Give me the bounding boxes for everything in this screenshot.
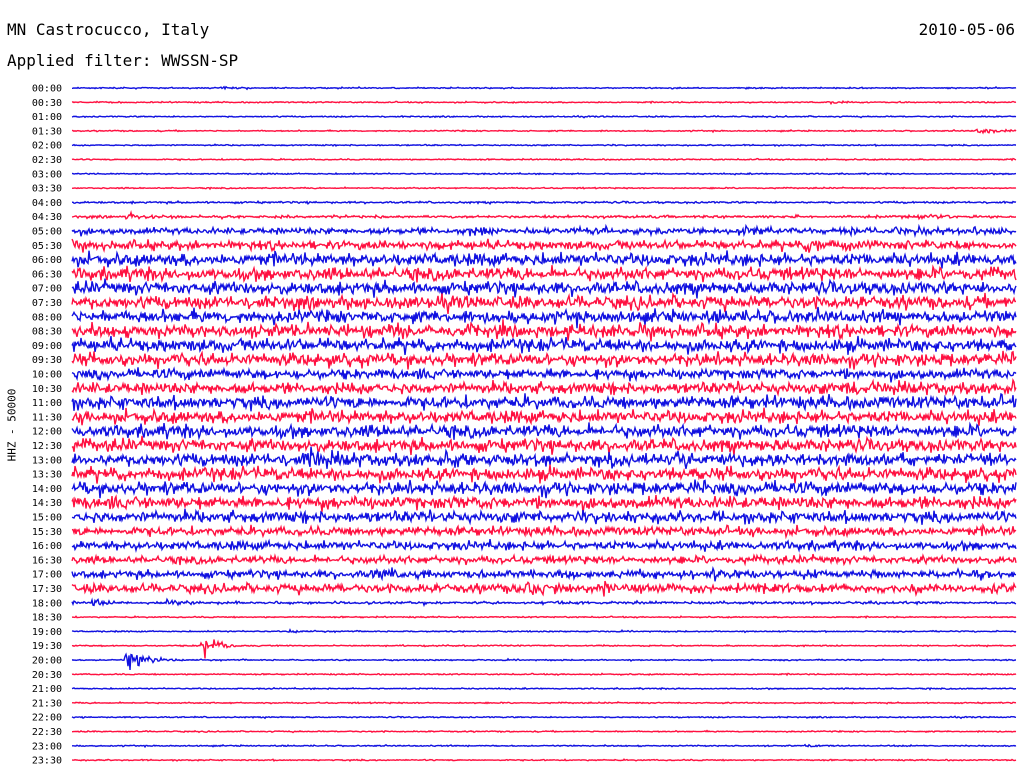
time-tick-label: 08:30 — [32, 327, 62, 338]
trace-1630 — [71, 553, 1017, 567]
time-tick-label: 21:30 — [32, 698, 62, 709]
seismogram-plot: 00:00 00:30 01:00 01:30 02:00 02:30 03:00 03:30… — [32, 84, 1017, 767]
time-tick-label: 12:00 — [32, 427, 62, 438]
trace-1030 — [71, 377, 1017, 397]
trace-1330 — [71, 464, 1017, 484]
trace-0730 — [71, 291, 1017, 314]
time-tick-label: 07:30 — [32, 298, 62, 309]
trace-1400 — [71, 479, 1017, 499]
trace-0400 — [71, 199, 1017, 206]
time-tick-label: 23:30 — [32, 756, 62, 767]
trace-0300 — [71, 171, 1017, 176]
time-tick-label: 03:30 — [32, 184, 62, 195]
time-tick-label: 17:00 — [32, 570, 62, 581]
trace-1200 — [71, 421, 1017, 441]
trace-1900 — [71, 628, 1017, 634]
time-tick-label: 12:30 — [32, 441, 62, 452]
time-tick-label: 07:00 — [32, 284, 62, 295]
trace-1430 — [71, 494, 1017, 514]
time-tick-label: 13:30 — [32, 470, 62, 481]
time-tick-label: 17:30 — [32, 584, 62, 595]
time-tick-label: 19:30 — [32, 641, 62, 652]
time-tick-label: 20:00 — [32, 656, 62, 667]
time-tick-label: 15:30 — [32, 527, 62, 538]
trace-1730 — [71, 580, 1017, 598]
time-tick-label: 06:30 — [32, 269, 62, 280]
trace-0330 — [71, 186, 1017, 191]
trace-1600 — [71, 538, 1017, 553]
trace-1530 — [71, 522, 1017, 540]
trace-0800 — [71, 306, 1017, 329]
time-tick-label: 21:00 — [32, 684, 62, 695]
trace-0900 — [71, 335, 1017, 355]
time-tick-label: 22:00 — [32, 713, 62, 724]
trace-0600 — [71, 250, 1017, 269]
trace-0230 — [71, 157, 1017, 162]
time-tick-label: 01:30 — [32, 126, 62, 137]
time-tick-label: 04:00 — [32, 198, 62, 209]
trace-0500 — [71, 223, 1017, 239]
time-tick-label: 03:00 — [32, 169, 62, 180]
time-tick-label: 23:00 — [32, 741, 62, 752]
time-tick-label: 09:30 — [32, 355, 62, 366]
time-tick-label: 10:30 — [32, 384, 62, 395]
trace-1230 — [71, 435, 1017, 456]
trace-2130 — [71, 700, 1017, 705]
trace-2300 — [72, 743, 1017, 749]
trace-0100 — [71, 114, 1017, 119]
time-tick-label: 00:00 — [32, 84, 62, 95]
time-tick-label: 18:00 — [32, 598, 62, 609]
trace-2000 — [71, 652, 1016, 671]
trace-0830 — [71, 319, 1017, 342]
time-tick-label: 02:30 — [32, 155, 62, 166]
trace-1100 — [71, 392, 1017, 412]
time-tick-label: 15:00 — [32, 513, 62, 524]
time-tick-label: 09:00 — [32, 341, 62, 352]
trace-0030 — [71, 100, 1017, 106]
trace-2100 — [71, 686, 1016, 691]
trace-0630 — [71, 264, 1017, 284]
trace-1700 — [71, 565, 1017, 582]
time-tick-label: 00:30 — [32, 98, 62, 109]
trace-1000 — [71, 366, 1017, 383]
time-tick-label: 11:00 — [32, 398, 62, 409]
trace-0130 — [71, 128, 1017, 135]
trace-1800 — [71, 597, 1017, 608]
time-tick-label: 02:00 — [32, 141, 62, 152]
trace-0930 — [71, 350, 1017, 370]
trace-1830 — [71, 615, 1017, 620]
time-tick-label: 14:00 — [32, 484, 62, 495]
time-tick-label: 05:00 — [32, 227, 62, 238]
trace-2200 — [71, 715, 1017, 720]
time-tick-label: 01:00 — [32, 112, 62, 123]
trace-1130 — [71, 407, 1017, 426]
trace-0530 — [71, 238, 1017, 253]
time-tick-label: 06:00 — [32, 255, 62, 266]
time-tick-label: 08:00 — [32, 312, 62, 323]
trace-2030 — [71, 672, 1017, 677]
trace-2330 — [72, 758, 1017, 763]
time-tick-label: 11:30 — [32, 412, 62, 423]
trace-0000 — [72, 85, 1017, 91]
time-tick-label: 20:30 — [32, 670, 62, 681]
time-tick-label: 13:00 — [32, 455, 62, 466]
time-tick-label: 16:00 — [32, 541, 62, 552]
time-tick-label: 16:30 — [32, 555, 62, 566]
trace-0430 — [71, 210, 1016, 221]
time-tick-label: 04:30 — [32, 212, 62, 223]
time-tick-label: 22:30 — [32, 727, 62, 738]
trace-2230 — [72, 729, 1017, 734]
trace-1500 — [71, 508, 1017, 526]
time-tick-label: 05:30 — [32, 241, 62, 252]
time-tick-label: 19:00 — [32, 627, 62, 638]
trace-0700 — [71, 278, 1017, 299]
time-tick-label: 18:30 — [32, 613, 62, 624]
trace-1930 — [71, 639, 1017, 659]
trace-0200 — [71, 143, 1016, 148]
time-tick-label: 10:00 — [32, 370, 62, 381]
time-tick-label: 14:30 — [32, 498, 62, 509]
